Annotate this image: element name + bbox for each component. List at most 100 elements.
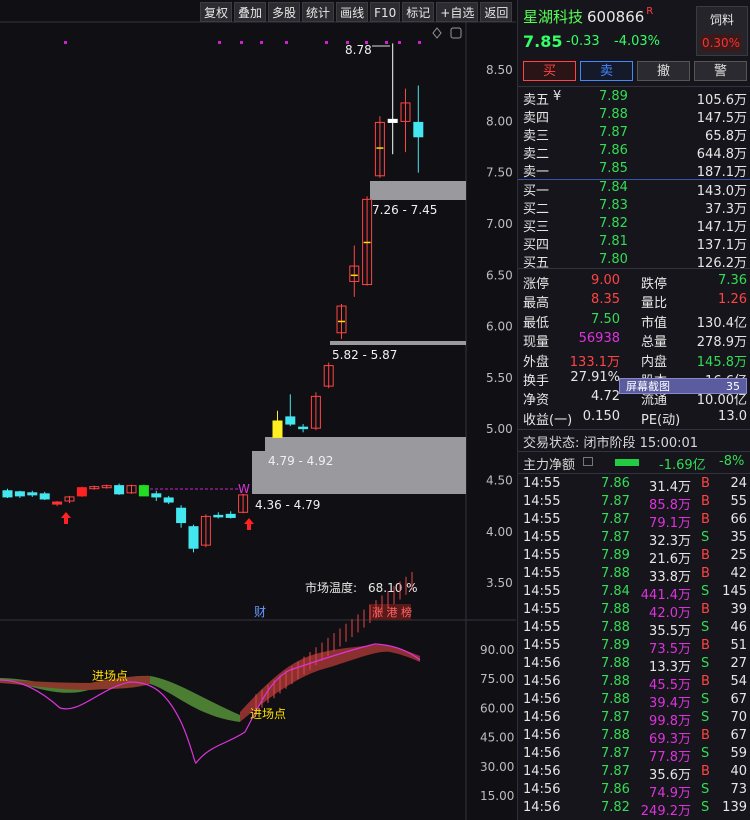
tick-row[interactable]: 14:55 7.86 31.4万 B 24	[523, 476, 747, 495]
price-tick-label: 6.50	[486, 268, 513, 282]
toolbar-button-2[interactable]: 多股	[268, 2, 301, 22]
stat-value: 13.0	[718, 408, 747, 424]
tick-count: 46	[730, 620, 747, 635]
tick-side: S	[701, 584, 710, 599]
tick-row[interactable]: 14:55 7.84 441.4万 S 145	[523, 584, 747, 603]
stat-label: 最低	[523, 315, 550, 331]
tick-time: 14:55	[523, 584, 561, 599]
price-tick-label: 4.00	[486, 525, 513, 539]
alert-button[interactable]: 警	[694, 61, 747, 81]
tick-volume: 69.3万	[649, 732, 691, 747]
stat-label: 市值	[641, 315, 668, 331]
stat-label: 换手	[523, 374, 550, 389]
entry-point-label: 进场点	[92, 669, 128, 683]
divider	[518, 86, 750, 87]
tick-row[interactable]: 14:56 7.87 99.8万 S 70	[523, 710, 747, 729]
gap-label: 5.82 - 5.87	[332, 348, 397, 362]
buy-button[interactable]: 买	[523, 61, 576, 81]
tick-side: S	[701, 692, 710, 707]
stat-value: 130.4亿	[696, 315, 747, 331]
tick-row[interactable]: 14:56 7.88 69.3万 B 67	[523, 728, 747, 747]
stat-value: 278.9万	[696, 335, 747, 351]
tick-side: S	[701, 800, 710, 815]
ask-volume: 147.5万	[696, 111, 747, 126]
tick-price: 7.89	[601, 548, 630, 563]
price-tick-label: 7.00	[486, 217, 513, 231]
bid-volume: 147.1万	[696, 220, 747, 235]
tick-row[interactable]: 14:55 7.87 32.3万 S 35	[523, 530, 747, 549]
candle-body	[52, 501, 63, 505]
tick-count: 70	[730, 710, 747, 725]
screenshot-tooltip[interactable]: 屏幕截图 35	[619, 378, 747, 394]
tick-row[interactable]: 14:55 7.88 33.8万 B 42	[523, 566, 747, 585]
tick-price: 7.87	[601, 494, 630, 509]
candle-body	[76, 487, 87, 497]
stat-label: 净资	[523, 393, 550, 409]
tick-row[interactable]: 14:56 7.88 45.5万 B 54	[523, 674, 747, 693]
tick-volume: 73.5万	[649, 642, 691, 657]
tick-row[interactable]: 14:55 7.88 35.5万 S 46	[523, 620, 747, 639]
top-marker-dot	[418, 41, 421, 44]
toolbar-button-5[interactable]: F10	[370, 2, 401, 22]
kline-svg[interactable]: 8.50 8.00 7.50 7.00 6.50 6.00 5.50 5.00 4.50 4.00…	[0, 0, 516, 820]
tick-row[interactable]: 14:56 7.86 74.9万 S 73	[523, 782, 747, 801]
toolbar-button-7[interactable]: +自选	[436, 2, 479, 22]
candle-body	[138, 485, 149, 497]
tick-row[interactable]: 14:56 7.87 35.6万 B 40	[523, 764, 747, 783]
sell-button[interactable]: 卖	[580, 61, 633, 81]
kline-chart-panel[interactable]: 8.50 8.00 7.50 7.00 6.50 6.00 5.50 5.00 4.50 4.00…	[0, 0, 516, 820]
toolbar-button-4[interactable]: 画线	[336, 2, 369, 22]
gap-label: 4.79 - 4.92	[268, 454, 333, 468]
candle-body	[285, 416, 296, 425]
tick-time: 14:55	[523, 548, 561, 563]
top-marker-dot	[218, 41, 221, 44]
tick-time: 14:55	[523, 602, 561, 617]
industry-box[interactable]: 饲料 0.30%	[696, 6, 748, 56]
stat-value: 1.26	[718, 292, 747, 308]
candle-body	[27, 492, 38, 496]
tick-price: 7.87	[601, 764, 630, 779]
stock-tag: R	[646, 6, 654, 17]
tick-row[interactable]: 14:56 7.82 249.2万 S 139	[523, 800, 747, 819]
list-icon[interactable]	[583, 457, 593, 466]
indicator-tick-label: 75.00	[480, 672, 514, 686]
tick-row[interactable]: 14:56 7.88 39.4万 S 67	[523, 692, 747, 711]
up-arrow-icon	[61, 512, 71, 524]
tick-row[interactable]: 14:55 7.88 42.0万 B 39	[523, 602, 747, 621]
tick-row[interactable]: 14:55 7.87 79.1万 B 66	[523, 512, 747, 531]
order-book-ask-row: 卖三 7.87 65.8万	[523, 125, 747, 144]
tick-side: B	[701, 674, 710, 689]
top-marker-dot	[398, 41, 401, 44]
ask-volume: 644.8万	[696, 147, 747, 162]
ask-price: 7.88	[599, 107, 628, 122]
top-marker-dot	[325, 41, 328, 44]
price-tick-label: 5.50	[486, 371, 513, 385]
tick-count: 24	[730, 476, 747, 491]
tick-row[interactable]: 14:56 7.87 77.8万 S 59	[523, 746, 747, 765]
tick-count: 145	[722, 584, 747, 599]
stat-label: 涨停	[523, 277, 550, 292]
top-marker-dot	[64, 41, 67, 44]
tick-count: 67	[730, 692, 747, 707]
toolbar-button-0[interactable]: 复权	[200, 2, 233, 22]
tick-side: B	[701, 494, 710, 509]
toolbar-button-3[interactable]: 统计	[302, 2, 335, 22]
divider	[518, 451, 750, 452]
tick-time: 14:56	[523, 782, 561, 797]
toolbar-button-8[interactable]: 返回	[480, 2, 513, 22]
stat-label: 现量	[523, 335, 550, 351]
toolbar-button-6[interactable]: 标记	[402, 2, 435, 22]
toolbar-button-1[interactable]: 叠加	[234, 2, 267, 22]
tick-price: 7.88	[601, 692, 630, 707]
bid-price: 7.84	[599, 180, 628, 195]
stat-value: 56938	[578, 331, 620, 347]
tick-time: 14:55	[523, 638, 561, 653]
cancel-order-button[interactable]: 撤	[637, 61, 690, 81]
tick-price: 7.88	[601, 602, 630, 617]
bid-price: 7.83	[599, 198, 628, 213]
tick-row[interactable]: 14:56 7.88 13.3万 S 27	[523, 656, 747, 675]
tick-row[interactable]: 14:55 7.87 85.8万 B 55	[523, 494, 747, 513]
tick-row[interactable]: 14:55 7.89 21.6万 B 25	[523, 548, 747, 567]
tick-count: 73	[730, 782, 747, 797]
tick-row[interactable]: 14:55 7.89 73.5万 B 51	[523, 638, 747, 657]
